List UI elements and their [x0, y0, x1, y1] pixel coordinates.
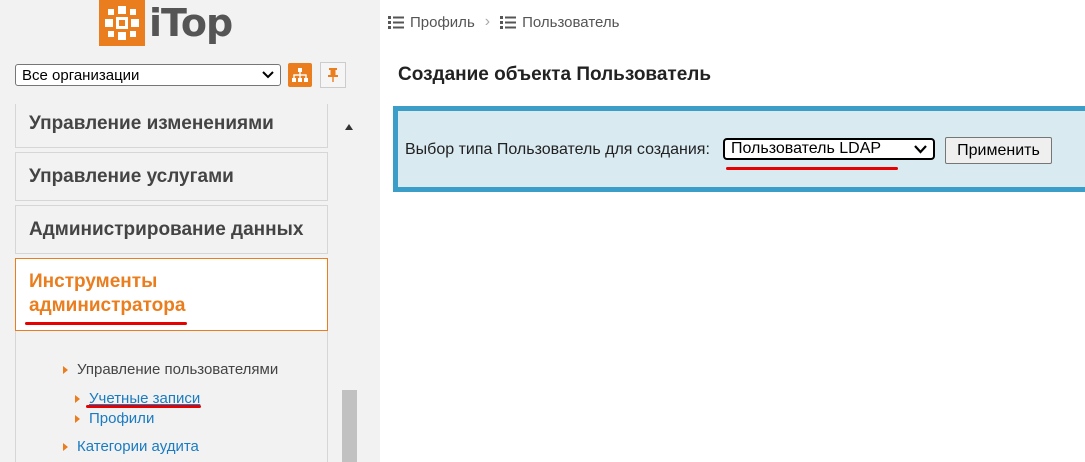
list-icon	[500, 15, 517, 29]
submenu-item-label: Категории аудита	[77, 438, 199, 455]
submenu-item-label: Управление пользователями	[77, 361, 279, 378]
organization-tree-button[interactable]	[288, 63, 312, 87]
menu-group-change-management[interactable]: Управление изменениями	[15, 104, 328, 148]
itop-logo[interactable]: iTop	[99, 0, 233, 46]
breadcrumb: Профиль › Пользователь	[388, 11, 619, 33]
annotation-underline	[726, 167, 898, 170]
scroll-up-arrow-icon[interactable]	[345, 124, 353, 130]
menu-group-label: Инструменты администратора	[29, 271, 186, 316]
submenu-item-audit-categories[interactable]: Категории аудита	[63, 438, 199, 455]
user-type-select[interactable]: Пользователь LDAP	[723, 138, 935, 160]
organization-select-value: Все организации	[22, 66, 140, 84]
menu-group-label: Управление услугами	[29, 165, 234, 187]
breadcrumb-item[interactable]: Профиль	[410, 14, 475, 31]
scrollbar-thumb[interactable]	[342, 390, 357, 462]
apply-button[interactable]: Применить	[945, 137, 1052, 164]
menu-group-service-management[interactable]: Управление услугами	[15, 152, 328, 201]
chevron-down-icon	[262, 71, 274, 79]
pin-menu-button[interactable]	[320, 62, 346, 88]
menu-group-admin-tools[interactable]: Инструменты администратора	[15, 258, 328, 331]
bullet-arrow-icon	[63, 442, 68, 451]
annotation-underline	[86, 405, 201, 408]
list-icon	[388, 15, 404, 29]
bullet-arrow-icon	[63, 365, 68, 374]
submenu-item-user-management[interactable]: Управление пользователями	[63, 361, 278, 378]
logo-text: iTop	[149, 1, 233, 45]
type-select-label: Выбор типа Пользователь для создания:	[405, 141, 710, 158]
user-type-select-value: Пользователь LDAP	[731, 140, 882, 157]
hierarchy-icon	[292, 68, 308, 82]
chevron-right-icon: ›	[484, 13, 491, 30]
submenu-item-profiles[interactable]: Профили	[75, 410, 154, 427]
menu-group-label: Администрирование данных	[29, 218, 304, 240]
submenu-item-label: Профили	[89, 410, 155, 427]
annotation-underline	[25, 322, 187, 325]
organization-select[interactable]: Все организации	[15, 64, 281, 86]
pin-icon	[328, 68, 338, 82]
breadcrumb-item[interactable]: Пользователь	[522, 14, 619, 31]
chevron-down-icon	[914, 144, 927, 154]
bullet-arrow-icon	[75, 414, 80, 423]
logo-mark-icon	[99, 0, 145, 46]
page-title: Создание объекта Пользователь	[398, 64, 712, 85]
menu-group-label: Управление изменениями	[29, 113, 274, 134]
menu-group-data-administration[interactable]: Администрирование данных	[15, 205, 328, 254]
left-panel: iTop Все организации Управление изменени…	[0, 0, 380, 462]
bullet-arrow-icon	[75, 394, 80, 403]
